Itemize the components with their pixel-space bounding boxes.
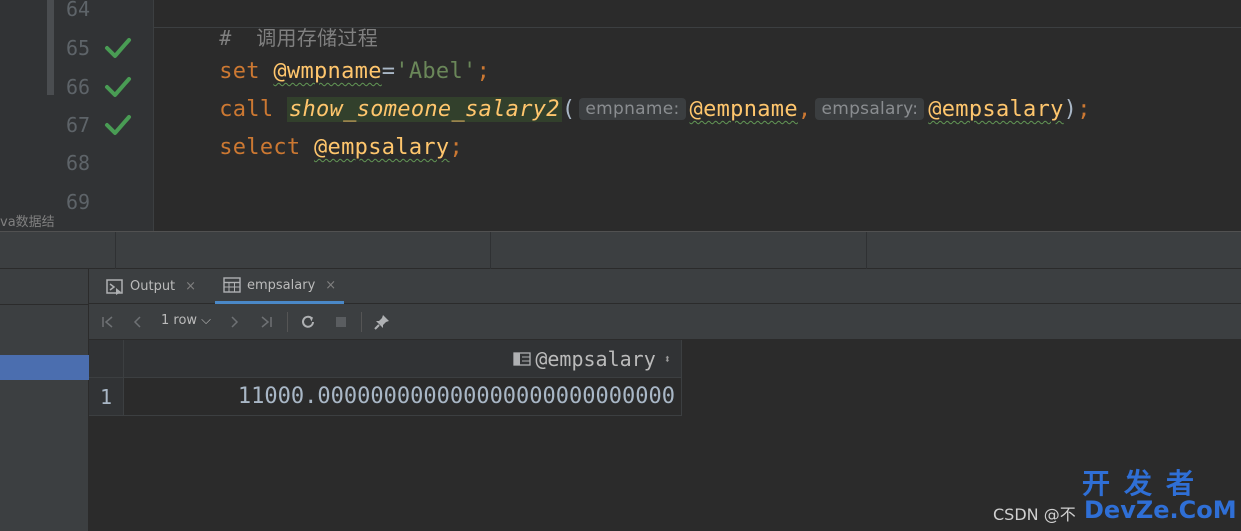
project-tree-label: va数据结 xyxy=(0,215,55,230)
grid-corner xyxy=(89,340,124,378)
project-tool-strip: va数据结 xyxy=(0,0,60,231)
parameter-hint: empname: xyxy=(579,98,686,120)
sql-semicolon: ; xyxy=(449,135,464,160)
output-console-icon xyxy=(106,278,123,295)
sql-semicolon: ; xyxy=(1077,97,1091,122)
services-tree-panel xyxy=(0,269,89,531)
left-scrollbar[interactable] xyxy=(47,0,54,95)
stop-icon[interactable] xyxy=(330,310,352,334)
close-tab-icon[interactable]: × xyxy=(185,279,196,294)
splitter-divider xyxy=(866,232,867,270)
panel-divider xyxy=(0,304,89,305)
pin-icon[interactable] xyxy=(371,310,393,334)
results-tabbar: Output × empsalary × xyxy=(89,269,1241,304)
tab-label: Output xyxy=(130,279,176,294)
column-title: @empsalary xyxy=(535,346,656,371)
sql-comma: , xyxy=(797,97,812,122)
toolbar-separator xyxy=(361,312,362,332)
row-count-dropdown[interactable]: 1 row ⌵ xyxy=(161,313,211,328)
previous-page-icon[interactable] xyxy=(127,310,149,334)
column-type-icon xyxy=(513,351,531,366)
column-header-empsalary[interactable]: @empsalary ⬍ xyxy=(124,340,682,378)
line-number: 65 xyxy=(66,36,91,60)
splitter-divider xyxy=(490,232,491,270)
line-number: 66 xyxy=(66,75,91,99)
sql-paren: ( xyxy=(561,97,576,122)
sql-keyword: select xyxy=(219,135,301,160)
parameter-hint: empsalary: xyxy=(815,98,925,120)
table-cell[interactable]: 11000.000000000000000000000000000 xyxy=(124,378,682,416)
sql-variable: @empsalary xyxy=(928,97,1064,122)
table-grid-icon xyxy=(223,277,241,293)
code-line-67[interactable]: select @empsalary; xyxy=(165,110,463,185)
refresh-icon[interactable] xyxy=(297,310,319,334)
results-toolbar: 1 row ⌵ xyxy=(89,304,1241,340)
close-tab-icon[interactable]: × xyxy=(325,278,336,293)
execution-success-check-icon[interactable] xyxy=(104,36,132,60)
first-page-icon[interactable] xyxy=(97,310,119,334)
next-page-icon[interactable] xyxy=(223,310,245,334)
csdn-watermark: CSDN @不 xyxy=(993,505,1076,524)
line-number: 68 xyxy=(66,151,91,175)
line-number: 64 xyxy=(66,0,91,21)
sql-paren: ) xyxy=(1063,97,1078,122)
selected-tree-item[interactable] xyxy=(0,355,89,380)
line-number: 69 xyxy=(66,190,91,214)
last-page-icon[interactable] xyxy=(255,310,277,334)
panel-splitter[interactable] xyxy=(0,231,1241,270)
devze-watermark-logo: 开发者 DevZe.CoM xyxy=(1082,462,1237,528)
execution-success-check-icon[interactable] xyxy=(104,75,132,99)
sort-toggle-icon[interactable]: ⬍ xyxy=(664,352,671,366)
sql-variable: @empsalary xyxy=(314,135,450,160)
tab-label: empsalary xyxy=(247,277,316,293)
execution-success-check-icon[interactable] xyxy=(104,113,132,137)
watermark-en-text: DevZe.CoM xyxy=(1084,496,1237,524)
sql-variable: @empname xyxy=(689,97,798,122)
code-editor[interactable]: va数据结 64 65 66 67 68 69 # 调用存储过程 set @wm… xyxy=(0,0,1241,231)
tab-output[interactable]: Output × xyxy=(98,269,204,304)
line-number: 67 xyxy=(66,113,91,137)
row-number[interactable]: 1 xyxy=(89,378,124,416)
tab-empsalary[interactable]: empsalary × xyxy=(215,269,345,304)
splitter-divider xyxy=(115,232,116,270)
toolbar-separator xyxy=(287,312,288,332)
